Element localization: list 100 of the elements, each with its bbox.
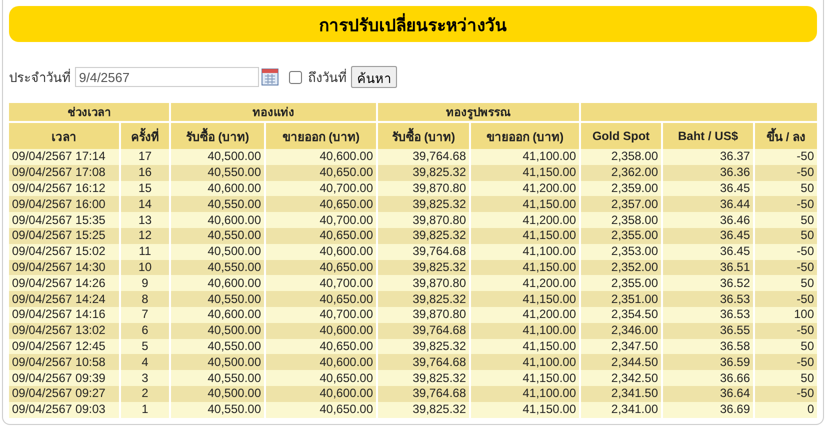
group-header: ทองรูปพรรณ (378, 103, 579, 123)
page-title: การปรับเปลี่ยนระหว่างวัน (9, 6, 817, 42)
table-cell: 41,200.00 (471, 180, 579, 196)
table-cell: 09/04/2567 14:24 (9, 291, 119, 307)
table-cell: -50 (755, 291, 817, 307)
table-cell: 36.45 (663, 244, 753, 260)
table-cell: 39,825.32 (378, 338, 469, 354)
table-cell: 39,825.32 (378, 260, 469, 276)
table-cell: 36.58 (663, 338, 753, 354)
column-header: ครั้งที่ (121, 123, 169, 149)
table-cell: 40,500.00 (171, 149, 264, 165)
table-cell: 14 (121, 196, 169, 212)
table-cell: 41,100.00 (471, 322, 579, 339)
table-cell: 40,650.00 (266, 338, 376, 354)
table-cell: 09/04/2567 16:00 (9, 196, 119, 212)
table-cell: 40,650.00 (266, 164, 376, 181)
table-cell: 09/04/2567 14:30 (9, 260, 119, 276)
table-cell: 39,764.68 (378, 244, 469, 260)
table-cell: 39,870.80 (378, 212, 469, 228)
table-cell: 36.36 (663, 164, 753, 181)
table-cell: 41,150.00 (471, 196, 579, 212)
table-cell: 7 (121, 306, 169, 323)
table-cell: 41,200.00 (471, 212, 579, 228)
table-cell: 2,341.00 (581, 402, 661, 418)
to-date-checkbox[interactable] (289, 70, 302, 84)
table-cell: 4 (121, 354, 169, 370)
table-cell: 40,700.00 (266, 212, 376, 228)
table-cell: 39,764.68 (378, 354, 469, 370)
table-cell: 36.66 (663, 370, 753, 386)
table-cell: 17 (121, 149, 169, 165)
table-cell: 40,550.00 (171, 164, 264, 181)
table-cell: 36.64 (663, 386, 753, 402)
table-cell: 2,358.00 (581, 149, 661, 165)
table-cell: 40,650.00 (266, 260, 376, 276)
table-cell: 41,150.00 (471, 291, 579, 307)
table-cell: 39,764.68 (378, 149, 469, 165)
table-cell: 09/04/2567 15:35 (9, 212, 119, 228)
date-field[interactable]: 9/4/2567 (75, 67, 259, 87)
table-cell: 09/04/2567 09:27 (9, 386, 119, 402)
table-cell: 40,650.00 (266, 228, 376, 244)
group-header: ทองแท่ง (171, 103, 376, 123)
table-cell: 2,362.00 (581, 164, 661, 181)
date-label: ประจำวันที่ (9, 68, 71, 86)
table-cell: 40,650.00 (266, 291, 376, 307)
table-cell: 40,600.00 (266, 322, 376, 339)
table-cell: 09/04/2567 17:08 (9, 164, 119, 181)
table-cell: 41,100.00 (471, 149, 579, 165)
table-cell: 40,600.00 (266, 354, 376, 370)
table-cell: 11 (121, 244, 169, 260)
table-cell: 40,500.00 (171, 386, 264, 402)
table-cell: 40,550.00 (171, 228, 264, 244)
table-cell: 12 (121, 228, 169, 244)
table-cell: 36.52 (663, 275, 753, 292)
table-cell: 36.69 (663, 402, 753, 418)
table-cell: 41,150.00 (471, 402, 579, 418)
table-cell: 0 (755, 402, 817, 418)
table-cell: 36.45 (663, 180, 753, 196)
table-cell: 40,650.00 (266, 402, 376, 418)
table-cell: 09/04/2567 14:16 (9, 306, 119, 323)
calendar-icon[interactable] (261, 68, 279, 86)
table-cell: 2,357.00 (581, 196, 661, 212)
search-button[interactable]: ค้นหา (351, 66, 397, 88)
table-cell: 41,150.00 (471, 260, 579, 276)
table-cell: 09/04/2567 14:26 (9, 275, 119, 292)
table-cell: 50 (755, 370, 817, 386)
table-cell: 40,600.00 (266, 386, 376, 402)
table-cell: 36.53 (663, 306, 753, 323)
table-cell: 41,200.00 (471, 306, 579, 323)
table-cell: 40,500.00 (171, 244, 264, 260)
table-cell: 36.59 (663, 354, 753, 370)
table-cell: 10 (121, 260, 169, 276)
table-cell: 41,100.00 (471, 354, 579, 370)
table-cell: -50 (755, 386, 817, 402)
table-cell: 41,100.00 (471, 244, 579, 260)
table-cell: 36.44 (663, 196, 753, 212)
table-cell: 100 (755, 306, 817, 323)
column-header: เวลา (9, 123, 119, 149)
table-cell: 16 (121, 164, 169, 181)
table-cell: 09/04/2567 09:03 (9, 402, 119, 418)
column-header: Gold Spot (581, 123, 661, 149)
column-header: รับซื้อ (บาท) (378, 123, 469, 149)
table-cell: 6 (121, 322, 169, 339)
table-cell: 41,150.00 (471, 228, 579, 244)
table-cell: 13 (121, 212, 169, 228)
table-cell: 50 (755, 180, 817, 196)
group-header: ช่วงเวลา (9, 103, 169, 123)
table-cell: 41,100.00 (471, 386, 579, 402)
table-cell: -50 (755, 354, 817, 370)
column-header: ขึ้น / ลง (755, 123, 817, 149)
table-cell: 2,351.00 (581, 291, 661, 307)
table-cell: 1 (121, 402, 169, 418)
table-cell: 39,825.32 (378, 164, 469, 181)
table-cell: 9 (121, 275, 169, 292)
column-header: Baht / US$ (663, 123, 753, 149)
table-cell: 40,600.00 (171, 212, 264, 228)
table-cell: 40,550.00 (171, 260, 264, 276)
table-cell: 50 (755, 338, 817, 354)
table-cell: 2,355.00 (581, 228, 661, 244)
table-cell: -50 (755, 164, 817, 181)
table-cell: 39,825.32 (378, 402, 469, 418)
